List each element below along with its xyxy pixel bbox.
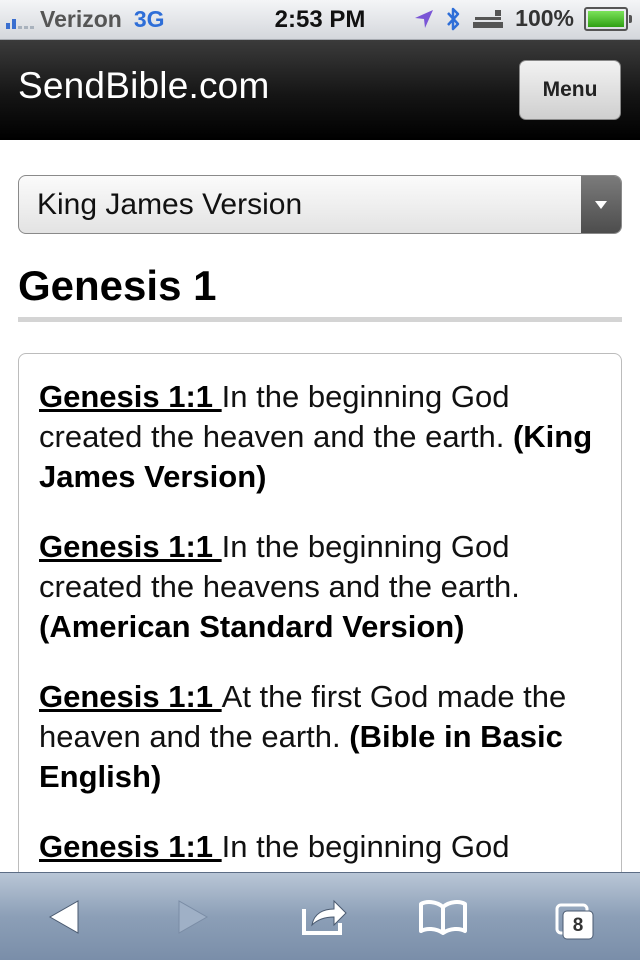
version-select-value: King James Version <box>37 188 303 221</box>
forward-icon <box>175 899 209 935</box>
battery-icon <box>584 6 632 31</box>
verse-item: Genesis 1:1 At the first God made the he… <box>39 677 599 797</box>
tabs-button[interactable]: 8 <box>528 873 618 961</box>
menu-button[interactable]: Menu <box>519 60 621 120</box>
chevron-down-icon <box>581 176 621 233</box>
browser-toolbar: 8 <box>0 872 640 960</box>
bluetooth-icon <box>445 6 461 32</box>
verse-item: Genesis 1:1 In the beginning God created… <box>39 527 599 647</box>
back-button[interactable] <box>20 873 110 961</box>
verse-item: Genesis 1:1 In the beginning God created… <box>39 377 599 497</box>
divider <box>18 317 622 322</box>
chapter-title: Genesis 1 <box>18 262 217 309</box>
verse-item: Genesis 1:1 In the beginning God <box>39 827 599 867</box>
verse-reference-link[interactable]: Genesis 1:1 <box>39 679 222 714</box>
tabs-icon: 8 <box>538 887 608 947</box>
location-icon <box>413 8 435 30</box>
status-bar: Verizon 3G 2:53 PM 100% <box>0 0 640 40</box>
alarm-icon <box>471 8 505 30</box>
tabs-count: 8 <box>572 915 584 936</box>
share-button[interactable] <box>280 873 370 961</box>
bookmarks-button[interactable] <box>398 873 488 961</box>
share-icon <box>300 897 350 937</box>
verse-list: Genesis 1:1 In the beginning God created… <box>18 353 622 953</box>
forward-button[interactable] <box>147 873 237 961</box>
verse-reference-link[interactable]: Genesis 1:1 <box>39 379 222 414</box>
battery-percent: 100% <box>515 5 574 31</box>
verse-version: (American Standard Version) <box>39 609 465 644</box>
verse-reference-link[interactable]: Genesis 1:1 <box>39 529 222 564</box>
site-header: SendBible.com Menu <box>0 40 640 140</box>
site-title[interactable]: SendBible.com <box>18 65 269 107</box>
version-select[interactable]: King James Version <box>18 175 622 234</box>
bookmarks-icon <box>418 899 468 935</box>
back-icon <box>48 899 82 935</box>
verse-text: In the beginning God <box>221 829 510 864</box>
verse-reference-link[interactable]: Genesis 1:1 <box>39 829 222 864</box>
